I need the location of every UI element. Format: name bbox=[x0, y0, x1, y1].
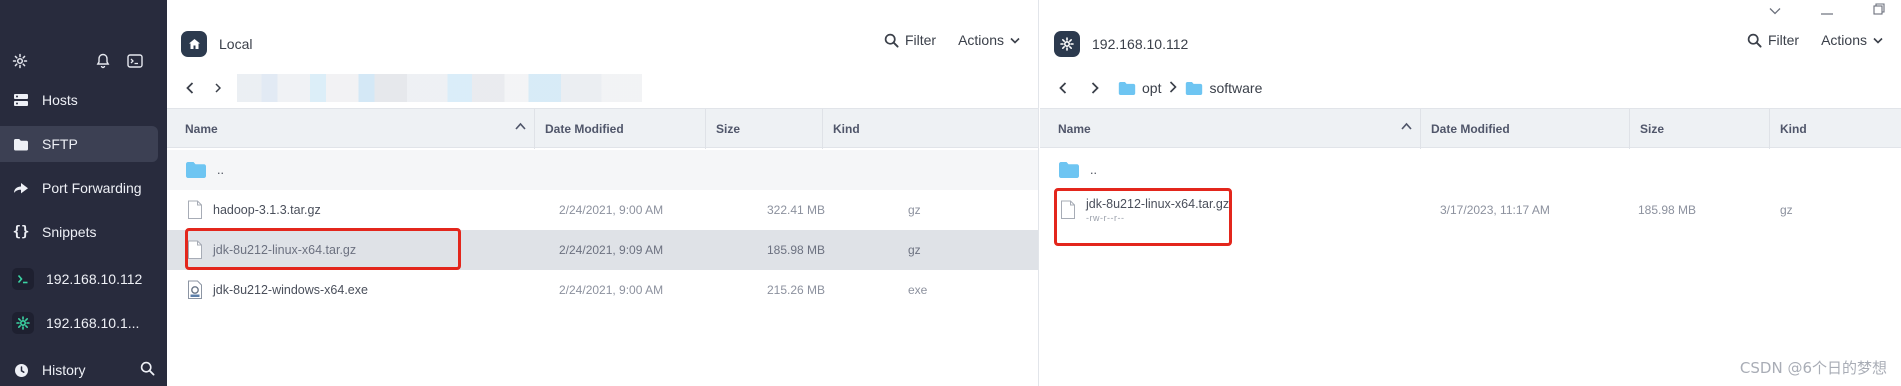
file-permissions: -rw-r--r-- bbox=[1086, 213, 1125, 223]
sidebar-item-label: SFTP bbox=[42, 136, 78, 152]
sidebar-item-label: Snippets bbox=[42, 224, 97, 240]
column-date-modified[interactable]: Date Modified bbox=[1420, 109, 1629, 149]
panel-title: 192.168.10.112 bbox=[1092, 36, 1189, 52]
bell-icon[interactable] bbox=[92, 50, 114, 72]
sidebar-top-icons bbox=[0, 50, 167, 74]
column-kind[interactable]: Kind bbox=[822, 109, 1039, 149]
sidebar-item-hosts[interactable]: Hosts bbox=[0, 82, 158, 118]
terminal-icon[interactable] bbox=[124, 50, 146, 72]
remote-panel-header: 192.168.10.112 Filter Actions bbox=[1054, 28, 1901, 60]
sidebar-item-port-forwarding[interactable]: Port Forwarding bbox=[0, 170, 158, 206]
column-size[interactable]: Size bbox=[705, 109, 822, 149]
column-kind[interactable]: Kind bbox=[1769, 109, 1901, 149]
filter-button[interactable]: Filter bbox=[1747, 32, 1799, 48]
path-separator-icon bbox=[213, 79, 223, 97]
search-icon bbox=[1747, 33, 1762, 48]
chevron-down-icon bbox=[1010, 37, 1020, 44]
folder-icon bbox=[1186, 81, 1203, 95]
column-date-modified[interactable]: Date Modified bbox=[534, 109, 705, 149]
server-icon bbox=[12, 91, 30, 109]
sidebar-item-label: 192.168.10.1... bbox=[46, 315, 140, 331]
table-row[interactable]: jdk-8u212-linux-x64.tar.gz -rw-r--r-- 3/… bbox=[1040, 190, 1901, 230]
folder-icon bbox=[186, 162, 206, 178]
terminal-prompt-icon bbox=[12, 268, 34, 290]
sidebar-item-label: Hosts bbox=[42, 92, 78, 108]
sidebar-item-label: History bbox=[42, 362, 86, 378]
sort-ascending-icon bbox=[515, 122, 526, 130]
file-icon bbox=[188, 240, 202, 259]
minimize-chevron-icon[interactable] bbox=[1769, 2, 1781, 20]
folder-icon bbox=[12, 135, 30, 153]
parent-folder-row[interactable]: .. bbox=[167, 150, 1038, 190]
back-button[interactable] bbox=[1054, 79, 1072, 97]
panel-title: Local bbox=[219, 36, 253, 52]
local-table-header: Name Date Modified Size Kind bbox=[167, 108, 1039, 149]
file-icon bbox=[1061, 200, 1075, 219]
sidebar-item-host-terminal[interactable]: 192.168.10.112 bbox=[0, 261, 158, 297]
table-row-selected[interactable]: jdk-8u212-linux-x64.tar.gz 2/24/2021, 9:… bbox=[167, 230, 1038, 270]
window-controls bbox=[1769, 0, 1901, 22]
braces-icon: {} bbox=[12, 224, 30, 240]
chevron-right-icon bbox=[1091, 82, 1099, 94]
minimize-icon[interactable] bbox=[1821, 2, 1833, 20]
forward-arrow-icon bbox=[12, 179, 30, 197]
local-path-bar bbox=[181, 74, 1038, 102]
filter-button[interactable]: Filter bbox=[884, 32, 936, 48]
gear-badge-icon bbox=[1054, 31, 1080, 57]
column-size[interactable]: Size bbox=[1629, 109, 1769, 149]
remote-table-header: Name Date Modified Size Kind bbox=[1040, 108, 1901, 149]
chevron-left-icon bbox=[186, 82, 194, 94]
column-name[interactable]: Name bbox=[167, 109, 534, 149]
restore-icon[interactable] bbox=[1873, 2, 1885, 20]
home-icon bbox=[181, 31, 207, 57]
executable-file-icon bbox=[188, 280, 202, 299]
table-row[interactable]: hadoop-3.1.3.tar.gz 2/24/2021, 9:00 AM 3… bbox=[167, 190, 1038, 230]
sidebar-item-host-sftp[interactable]: 192.168.10.1... bbox=[0, 305, 158, 341]
column-name[interactable]: Name bbox=[1040, 109, 1420, 149]
sidebar-item-snippets[interactable]: {} Snippets bbox=[0, 214, 158, 250]
chevron-down-icon bbox=[1873, 37, 1883, 44]
local-panel: Local Filter Actions Name Date Modified … bbox=[167, 0, 1039, 386]
sidebar-item-sftp[interactable]: SFTP bbox=[0, 126, 158, 162]
path-separator-icon bbox=[1169, 80, 1178, 96]
parent-folder-row[interactable]: .. bbox=[1040, 150, 1901, 190]
sidebar: Hosts SFTP Port Forwarding {} Snippets 1… bbox=[0, 0, 167, 386]
gear-badge-icon bbox=[12, 312, 34, 334]
chevron-left-icon bbox=[1059, 82, 1067, 94]
actions-button[interactable]: Actions bbox=[958, 32, 1020, 48]
remote-path-bar: opt software bbox=[1054, 74, 1901, 102]
folder-icon bbox=[1059, 162, 1079, 178]
clock-icon bbox=[12, 361, 30, 379]
actions-button[interactable]: Actions bbox=[1821, 32, 1883, 48]
folder-icon bbox=[1118, 81, 1136, 95]
sort-ascending-icon bbox=[1401, 122, 1412, 130]
sidebar-item-label: 192.168.10.112 bbox=[46, 271, 143, 287]
breadcrumb-software[interactable]: software bbox=[1185, 80, 1262, 96]
search-icon[interactable] bbox=[140, 361, 155, 379]
remote-panel: 192.168.10.112 Filter Actions opt softwa… bbox=[1040, 0, 1901, 386]
sidebar-item-label: Port Forwarding bbox=[42, 180, 142, 196]
gear-icon[interactable] bbox=[9, 50, 31, 72]
local-panel-header: Local Filter Actions bbox=[181, 28, 1038, 60]
panel-tools: Filter Actions bbox=[1747, 32, 1883, 48]
file-icon bbox=[188, 200, 202, 219]
breadcrumb-opt[interactable]: opt bbox=[1118, 80, 1161, 96]
forward-button[interactable] bbox=[1086, 79, 1104, 97]
blurred-path bbox=[237, 74, 642, 102]
back-button[interactable] bbox=[181, 79, 199, 97]
watermark: CSDN @6个日的梦想 bbox=[1739, 359, 1887, 377]
sidebar-item-history[interactable]: History bbox=[0, 352, 167, 386]
table-row[interactable]: jdk-8u212-windows-x64.exe 2/24/2021, 9:0… bbox=[167, 270, 1038, 310]
panel-tools: Filter Actions bbox=[884, 32, 1020, 48]
search-icon bbox=[884, 33, 899, 48]
